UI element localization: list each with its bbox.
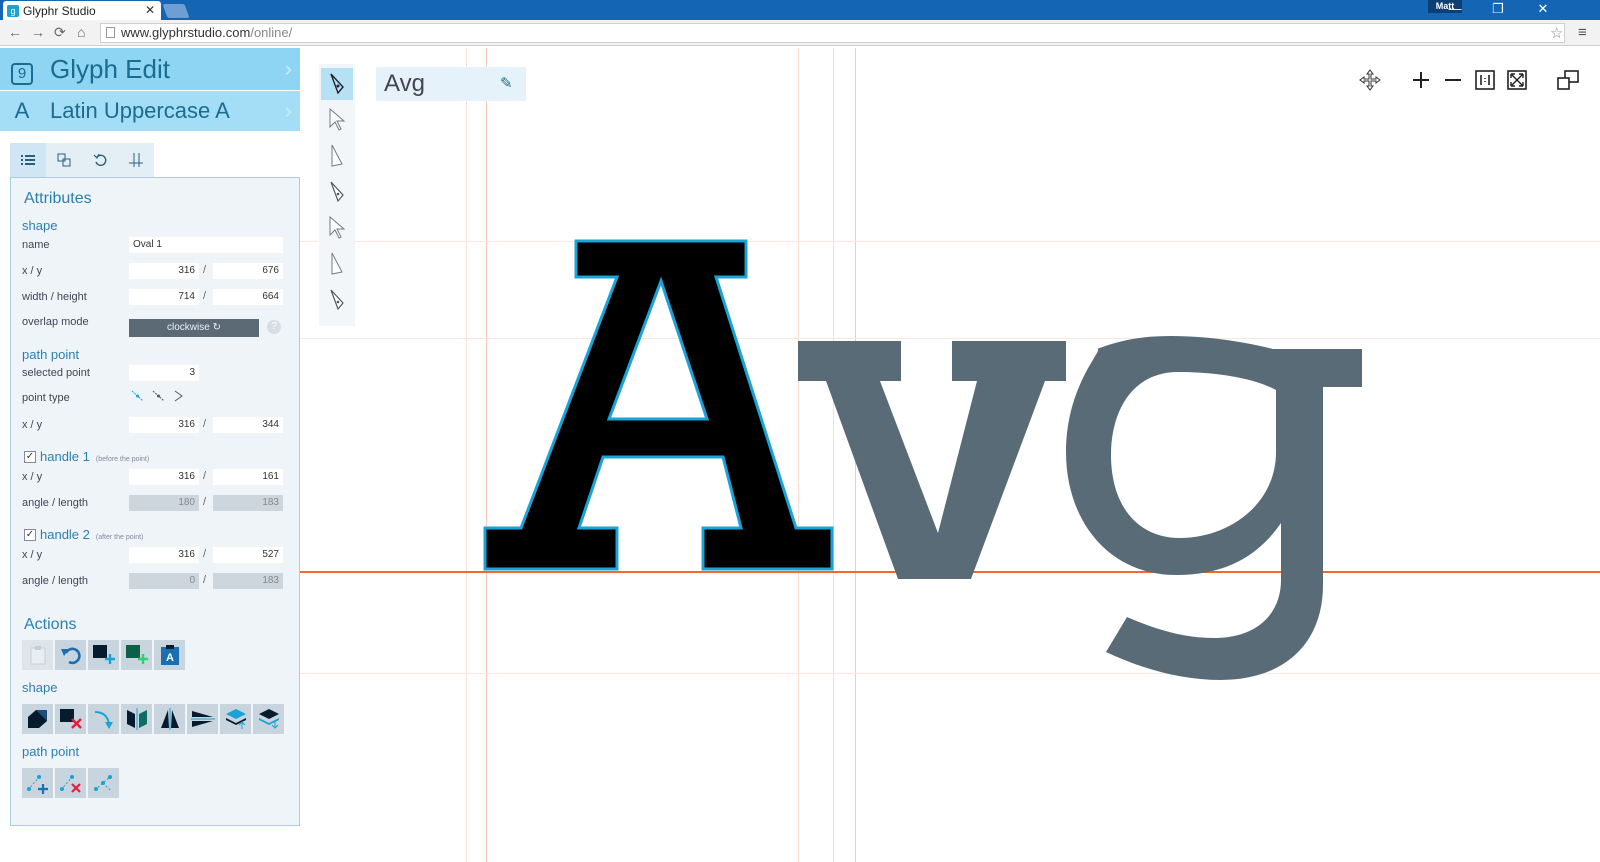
path-edit-tool-button[interactable] — [321, 104, 353, 136]
pan-button[interactable] — [1356, 66, 1384, 94]
pencil-icon[interactable]: ✎ — [500, 74, 513, 92]
popout-window-button[interactable] — [1554, 66, 1582, 94]
glyph-A-outline — [483, 239, 834, 571]
pen-tool-icon — [330, 289, 344, 311]
arrow-pointer-icon — [329, 216, 346, 239]
pen-tool-icon — [330, 73, 344, 95]
glyph-drawing — [483, 239, 1362, 680]
pan-move-icon — [1359, 69, 1381, 91]
zoom-in-button[interactable] — [1407, 66, 1435, 94]
zoom-actual-button[interactable] — [1471, 66, 1499, 94]
pen-plus-icon — [330, 181, 344, 203]
slice-tool-button[interactable] — [321, 140, 353, 172]
arrow-pointer-icon — [329, 108, 346, 131]
slice-tool-2-button[interactable] — [321, 248, 353, 280]
app-window: { "browser": { "tab_title": "Glyphr Stud… — [0, 0, 1600, 862]
pen-plus-tool-button[interactable] — [321, 176, 353, 208]
glyph-g-outline — [1066, 336, 1362, 680]
slice-tool-icon — [331, 252, 343, 275]
zoom-fit-icon — [1507, 70, 1527, 90]
edit-tools — [319, 64, 355, 326]
zoom-out-button[interactable] — [1439, 66, 1467, 94]
slice-tool-icon — [331, 144, 343, 167]
zoom-one-to-one-icon — [1475, 70, 1495, 90]
pen-add-point-tool-button[interactable] — [321, 284, 353, 316]
shape-select-tool-button[interactable] — [321, 212, 353, 244]
popout-icon — [1557, 70, 1579, 90]
zoom-fit-button[interactable] — [1503, 66, 1531, 94]
plus-icon — [1413, 72, 1429, 88]
minus-icon — [1445, 79, 1461, 81]
pen-tool-button[interactable] — [321, 68, 353, 100]
glyph-sequence-text: Avg — [384, 70, 425, 97]
glyph-v-outline — [798, 341, 1066, 579]
